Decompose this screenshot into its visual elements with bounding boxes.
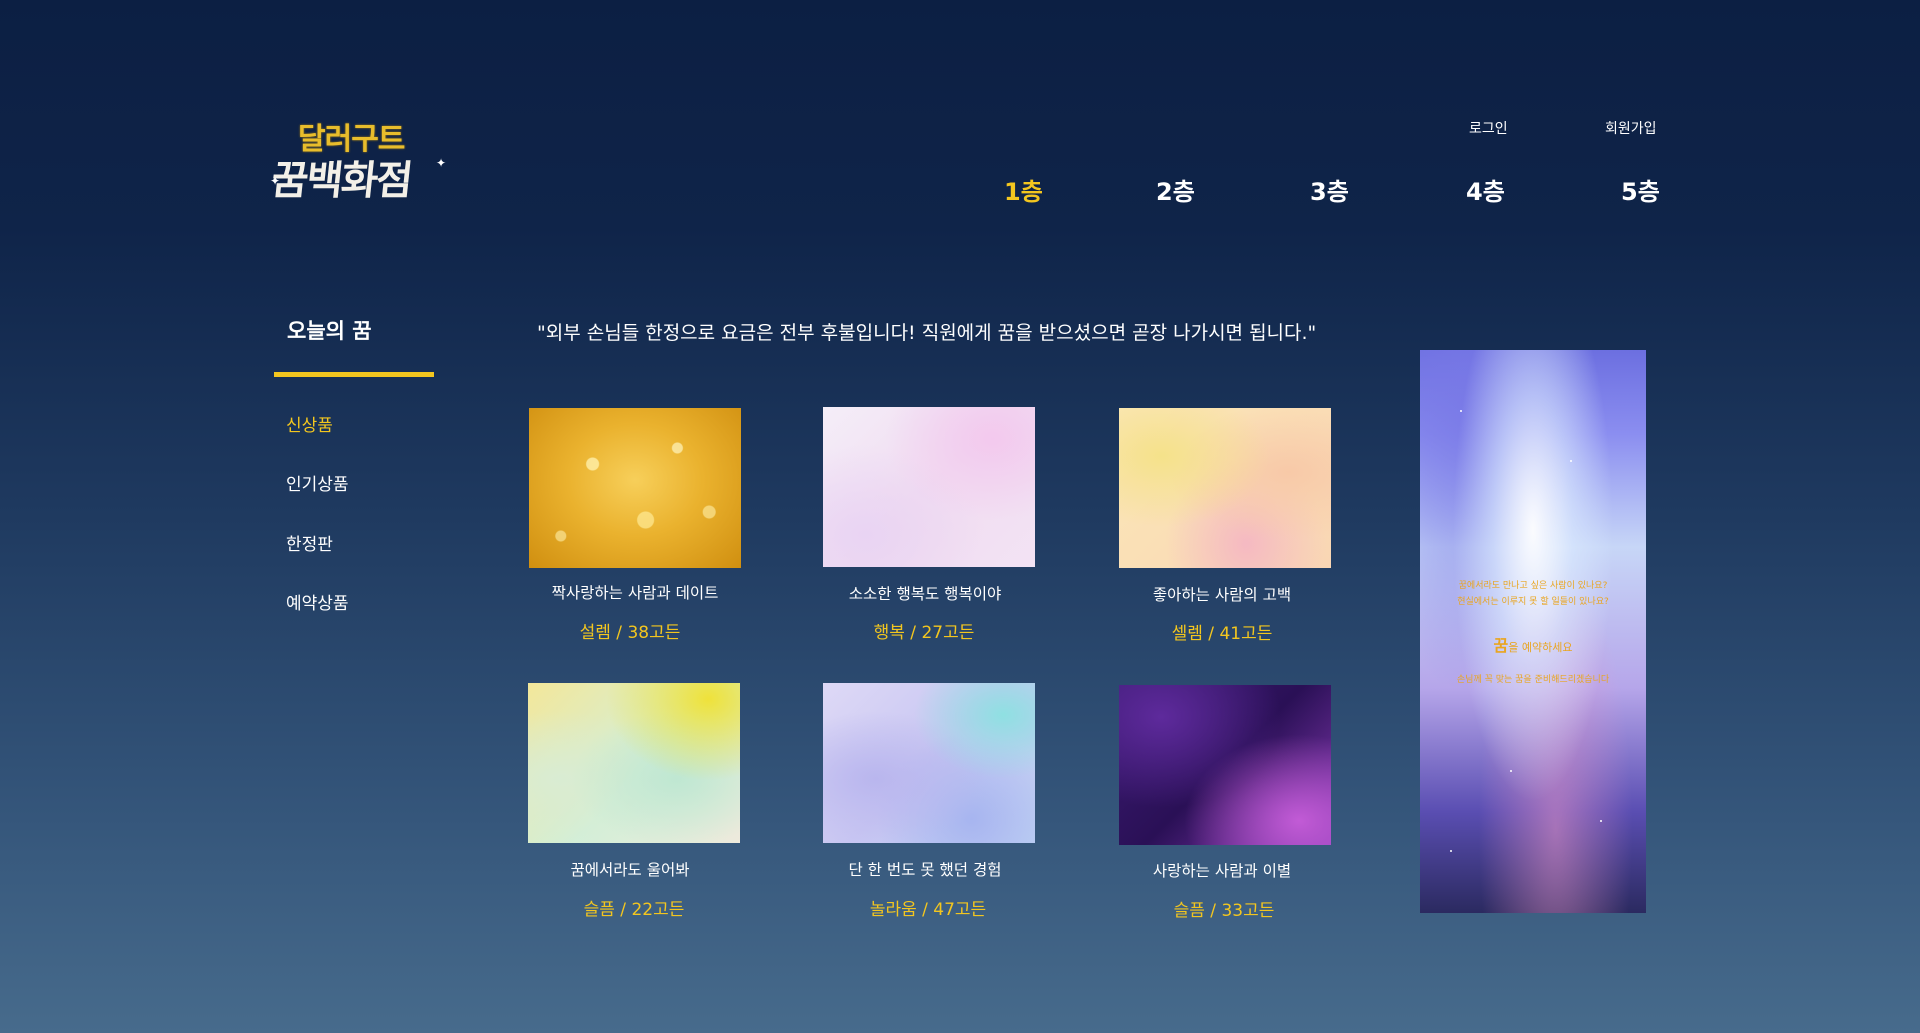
star-decoration	[1450, 850, 1452, 852]
sidebar-item-limited[interactable]: 한정판	[286, 530, 333, 555]
logo-line2: 꿈백화점	[269, 157, 414, 204]
sidebar-underline	[274, 372, 434, 377]
floor-nav-1[interactable]: 1층	[1004, 172, 1043, 207]
floor-nav-5[interactable]: 5층	[1621, 172, 1660, 207]
banner-headline-big: 꿈	[1493, 636, 1509, 655]
floor-nav-4[interactable]: 4층	[1466, 172, 1505, 207]
sparkle-icon: ✦	[436, 156, 447, 170]
login-link[interactable]: 로그인	[1469, 118, 1508, 138]
reservation-banner[interactable]: 꿈에서라도 만나고 싶은 사람이 있나요? 현실에서는 이루지 못 할 일들이 …	[1420, 350, 1646, 913]
signup-link[interactable]: 회원가입	[1605, 118, 1657, 138]
banner-text: 꿈에서라도 만나고 싶은 사람이 있나요?	[1458, 581, 1608, 591]
sidebar-title: 오늘의 꿈	[287, 319, 372, 343]
product-image[interactable]	[529, 408, 741, 568]
product-price: 설렘 / 38고든	[579, 623, 681, 643]
product-price: 놀라움 / 47고든	[869, 900, 987, 920]
product-image[interactable]	[823, 407, 1035, 567]
floor-nav-2[interactable]: 2층	[1156, 172, 1195, 207]
product-price: 슬픔 / 22고든	[583, 900, 685, 920]
star-decoration	[1460, 410, 1462, 412]
product-price: 셀렘 / 41고든	[1171, 624, 1273, 644]
logo[interactable]: 달러구트 꿈백화점 ✦ ✦	[268, 112, 448, 212]
product-price: 슬픔 / 33고든	[1173, 901, 1275, 921]
sidebar-item-new[interactable]: 신상품	[286, 411, 333, 436]
product-name[interactable]: 사랑하는 사람과 이별	[1092, 859, 1352, 881]
sidebar-item-reservation[interactable]: 예약상품	[286, 589, 349, 614]
star-decoration	[1510, 770, 1512, 772]
notice-text: "외부 손님들 한정으로 요금은 전부 후불입니다! 직원에게 꿈을 받으셨으면…	[537, 322, 1317, 344]
product-name[interactable]: 짝사랑하는 사람과 데이트	[505, 581, 765, 603]
star-decoration	[1570, 460, 1572, 462]
star-decoration	[1600, 820, 1602, 822]
product-image[interactable]	[1119, 408, 1331, 568]
sidebar-item-popular[interactable]: 인기상품	[286, 470, 349, 495]
sparkle-icon: ✦	[270, 174, 281, 188]
product-name[interactable]: 소소한 행복도 행복이야	[795, 582, 1055, 604]
product-image[interactable]	[823, 683, 1035, 843]
banner-text: 손님께 꼭 맞는 꿈을 준비해드리겠습니다	[1456, 675, 1610, 685]
banner-headline-rest: 을 예약하세요	[1508, 641, 1573, 654]
product-name[interactable]: 단 한 번도 못 했던 경험	[795, 858, 1055, 880]
product-price: 행복 / 27고든	[873, 623, 975, 643]
product-image[interactable]	[1119, 685, 1331, 845]
floor-nav-3[interactable]: 3층	[1310, 172, 1349, 207]
product-name[interactable]: 좋아하는 사람의 고백	[1092, 583, 1352, 605]
banner-headline: 꿈을 예약하세요	[1420, 632, 1646, 656]
product-name[interactable]: 꿈에서라도 울어봐	[500, 858, 760, 880]
product-image[interactable]	[528, 683, 740, 843]
banner-text: 현실에서는 이루지 못 할 일들이 있나요?	[1457, 597, 1609, 607]
